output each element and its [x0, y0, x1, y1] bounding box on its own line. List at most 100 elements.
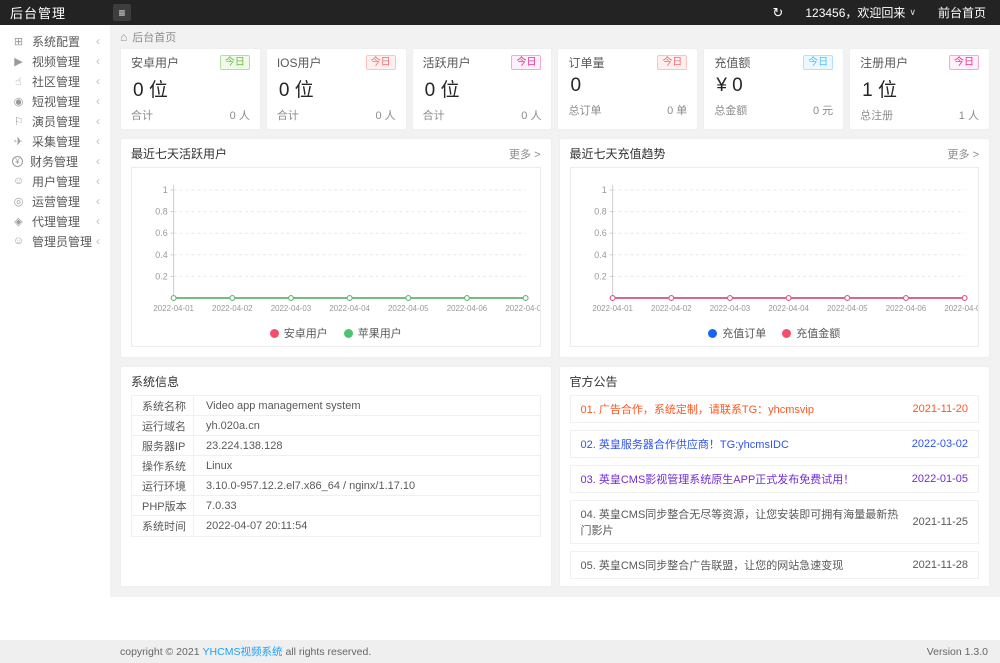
chevron-left-icon: ‹: [96, 154, 100, 168]
chevron-left-icon: ‹: [96, 114, 100, 128]
sidebar-item-label: 社区管理: [32, 73, 80, 90]
sidebar-item-video[interactable]: ▶ 视频管理 ‹: [0, 51, 110, 71]
x-tick-label: 2022-04-01: [153, 304, 194, 313]
y-tick-label: 0.4: [594, 250, 606, 260]
footer-brand-link[interactable]: YHCMS视频系统: [203, 644, 283, 659]
x-tick-label: 2022-04-05: [827, 304, 868, 313]
announcement-item[interactable]: 01. 广告合作，系统定制，请联系TG：yhcmsvip 2021-11-20: [570, 395, 980, 423]
announcement-item[interactable]: 05. 英皇CMS同步整合广告联盟，让您的网站急速变现 2021-11-28: [570, 551, 980, 579]
data-point: [727, 296, 732, 301]
legend-dot-icon: [270, 329, 279, 338]
sidebar-item-operation[interactable]: ◎ 运营管理 ‹: [0, 191, 110, 211]
card-value: 0 位: [133, 75, 250, 102]
y-tick-label: 0.6: [155, 228, 167, 238]
chevron-left-icon: ‹: [96, 214, 100, 228]
chart-recharge-trend: 10.80.60.40.22022-04-012022-04-022022-04…: [570, 167, 980, 347]
video-icon: ▶: [12, 55, 25, 68]
sidebar-item-agent[interactable]: ◈ 代理管理 ‹: [0, 211, 110, 231]
announcement-date: 2021-11-28: [913, 559, 968, 571]
breadcrumb-label: 后台首页: [132, 29, 176, 45]
home-icon: ⌂: [120, 30, 127, 44]
announcement-item[interactable]: 03. 英皇CMS影视管理系统原生APP正式发布免费试用！ 2022-01-05: [570, 465, 980, 493]
card-foot-value: 0 人: [375, 107, 395, 123]
legend-item[interactable]: 安卓用户: [270, 325, 328, 341]
refresh-icon[interactable]: ↻: [772, 5, 783, 21]
card-title: 安卓用户: [131, 54, 179, 71]
sidebar-item-actor[interactable]: ⚐ 演员管理 ‹: [0, 111, 110, 131]
table-row: 操作系统 Linux: [132, 456, 540, 476]
announcement-date: 2021-11-20: [913, 403, 968, 415]
chart-legend: 充值订单 充值金额: [571, 320, 979, 346]
sidebar-item-label: 采集管理: [32, 133, 80, 150]
sidebar-item-admin[interactable]: ☺ 管理员管理 ‹: [0, 231, 110, 251]
legend-item[interactable]: 充值金额: [782, 325, 840, 341]
chart-legend: 安卓用户苹果用户: [132, 320, 540, 346]
data-point: [347, 296, 352, 301]
x-tick-label: 2022-04-06: [885, 304, 926, 313]
card-title: 活跃用户: [423, 54, 471, 71]
table-row: 系统时间 2022-04-07 20:11:54: [132, 516, 540, 536]
today-badge: 今日: [220, 55, 250, 70]
announcement-item[interactable]: 02. 英皇服务器合作供应商！TG:yhcmsIDC 2022-03-02: [570, 430, 980, 458]
panel-title: 官方公告: [570, 373, 618, 390]
chevron-left-icon: ‹: [96, 174, 100, 188]
sidebar-item-short-video[interactable]: ◉ 短视管理 ‹: [0, 91, 110, 111]
announcement-text: 03. 英皇CMS影视管理系统原生APP正式发布免费试用！: [581, 471, 855, 487]
operation-icon: ◎: [12, 195, 25, 208]
data-point: [230, 296, 235, 301]
copyright-prefix: copyright © 2021: [120, 646, 200, 658]
y-tick-label: 0.6: [594, 228, 606, 238]
front-home-link[interactable]: 前台首页: [938, 4, 986, 21]
card-foot-label: 总注册: [860, 107, 893, 123]
admin-icon: ☺: [12, 235, 25, 247]
line-chart: 10.80.60.40.22022-04-012022-04-022022-04…: [571, 168, 979, 320]
legend-item[interactable]: 充值订单: [708, 325, 766, 341]
card-foot-label: 合计: [277, 107, 299, 123]
data-point: [406, 296, 411, 301]
y-tick-label: 0.2: [594, 271, 606, 281]
announcement-text: 05. 英皇CMS同步整合广告联盟，让您的网站急速变现: [581, 557, 844, 573]
today-badge: 今日: [511, 55, 541, 70]
panel-title: 最近七天充值趋势: [570, 145, 666, 162]
announcement-text: 01. 广告合作，系统定制，请联系TG：yhcmsvip: [581, 401, 814, 417]
sidebar-item-finance[interactable]: ¥ 财务管理 ‹: [0, 151, 110, 171]
sidebar-item-collect[interactable]: ✈ 采集管理 ‹: [0, 131, 110, 151]
chevron-left-icon: ‹: [96, 54, 100, 68]
user-menu[interactable]: 123456，欢迎回来 ∨: [805, 4, 916, 21]
today-badge: 今日: [949, 55, 979, 70]
more-link[interactable]: 更多 >: [509, 146, 540, 162]
card-value: 0 位: [279, 75, 396, 102]
card-title: 注册用户: [860, 54, 908, 71]
sidebar-item-label: 用户管理: [32, 173, 80, 190]
sidebar-item-user[interactable]: ☺ 用户管理 ‹: [0, 171, 110, 191]
today-badge: 今日: [803, 55, 833, 70]
stat-card-registered-users: 注册用户 今日 1 位 总注册 1 人: [849, 48, 990, 130]
more-link[interactable]: 更多 >: [948, 146, 979, 162]
legend-dot-icon: [344, 329, 353, 338]
sidebar-item-system-config[interactable]: ⊞ 系统配置 ‹: [0, 31, 110, 51]
breadcrumb[interactable]: ⌂ 后台首页: [120, 25, 990, 48]
data-point: [903, 296, 908, 301]
sidebar-item-label: 代理管理: [32, 213, 80, 230]
y-tick-label: 1: [601, 185, 606, 195]
sidebar-item-community[interactable]: ☝ 社区管理 ‹: [0, 71, 110, 91]
announcement-date: 2022-01-05: [912, 473, 968, 485]
data-point: [523, 296, 528, 301]
sidebar-item-label: 短视管理: [32, 93, 80, 110]
app-title: 后台管理: [0, 3, 105, 22]
menu-toggle-icon[interactable]: ≡: [113, 4, 131, 21]
announcement-item[interactable]: 04. 英皇CMS同步整合无尽等资源，让您安装即可拥有海量最新热门影片 2021…: [570, 500, 980, 544]
table-row: 系统名称 Video app management system: [132, 396, 540, 416]
card-foot-label: 总订单: [568, 102, 601, 118]
send-icon: ✈: [12, 135, 25, 148]
x-tick-label: 2022-04-04: [329, 304, 370, 313]
legend-label: 安卓用户: [284, 325, 328, 341]
agent-icon: ◈: [12, 215, 25, 228]
y-tick-label: 0.4: [155, 250, 167, 260]
chart-active-users: 10.80.60.40.22022-04-012022-04-022022-04…: [131, 167, 541, 347]
community-icon: ☝: [12, 75, 25, 88]
legend-label: 充值金额: [796, 325, 840, 341]
legend-item[interactable]: 苹果用户: [344, 325, 402, 341]
topbar: 后台管理 ≡ ↻ 123456，欢迎回来 ∨ 前台首页: [0, 0, 1000, 25]
card-foot-label: 合计: [423, 107, 445, 123]
